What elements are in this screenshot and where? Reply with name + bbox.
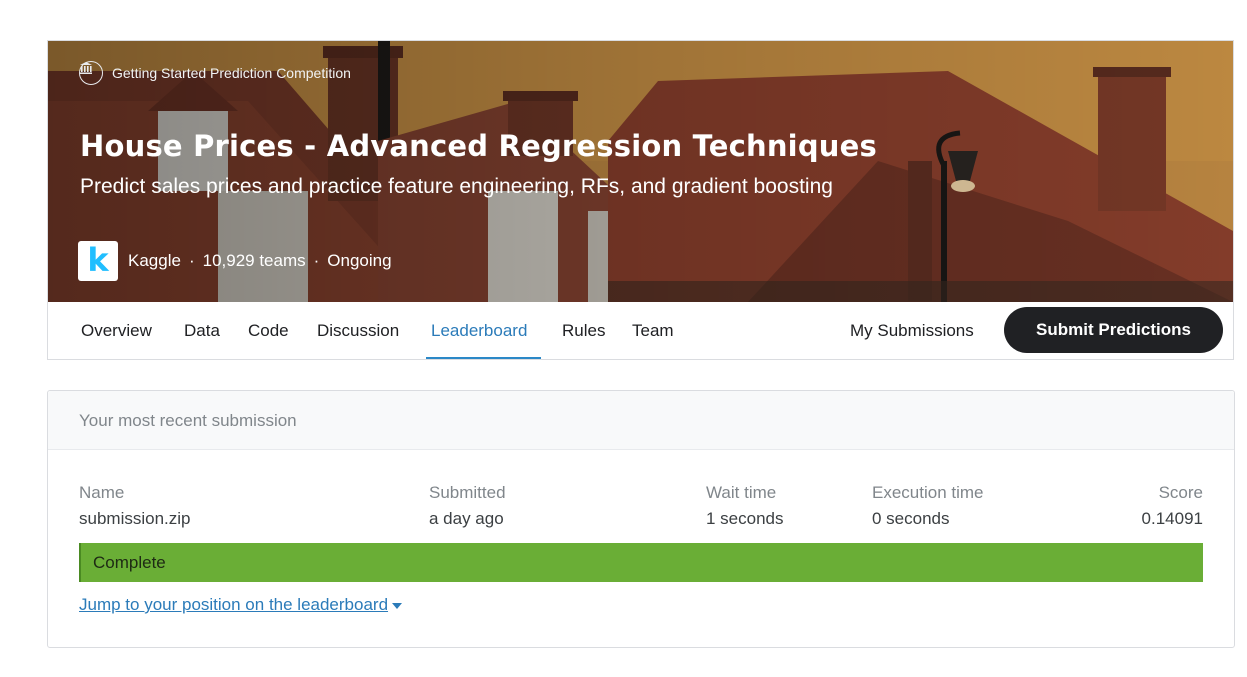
tab-discussion[interactable]: Discussion (317, 321, 399, 341)
competition-kind-label: Getting Started Prediction Competition (112, 65, 351, 81)
jump-to-leaderboard-link[interactable]: Jump to your position on the leaderboard (79, 595, 403, 615)
active-tab-indicator (426, 357, 541, 359)
tab-team[interactable]: Team (632, 321, 674, 341)
competition-title: House Prices - Advanced Regression Techn… (80, 129, 877, 163)
execution-time-label: Execution time (872, 483, 984, 502)
tab-data[interactable]: Data (184, 321, 220, 341)
submitted-label: Submitted (429, 483, 506, 502)
execution-time-value: 0 seconds (872, 509, 950, 528)
competition-status: Ongoing (327, 251, 392, 270)
recent-submission-header: Your most recent submission (48, 391, 1234, 450)
submitted-value: a day ago (429, 509, 504, 528)
my-submissions-link[interactable]: My Submissions (850, 321, 974, 341)
tab-overview[interactable]: Overview (81, 321, 152, 341)
host-name[interactable]: Kaggle (128, 251, 181, 271)
bank-icon (79, 61, 103, 85)
tab-code[interactable]: Code (248, 321, 289, 341)
submission-name-column: Name submission.zip (79, 483, 191, 529)
separator-dot: · (313, 251, 320, 270)
submit-predictions-button[interactable]: Submit Predictions (1004, 307, 1223, 353)
competition-header-card: Getting Started Prediction Competition H… (47, 40, 1234, 360)
caret-down-icon (392, 602, 403, 609)
name-value: submission.zip (79, 509, 191, 528)
kaggle-logo[interactable]: k (78, 241, 118, 281)
wait-time-value: 1 seconds (706, 509, 784, 528)
competition-host-info: k Kaggle · 10,929 teams · Ongoing (78, 241, 392, 281)
separator-dot: · (188, 251, 195, 270)
name-label: Name (79, 483, 125, 502)
execution-time-column: Execution time 0 seconds (872, 483, 984, 529)
submission-status-text: Complete (93, 553, 166, 572)
wait-time-label: Wait time (706, 483, 777, 502)
submission-status-bar: Complete (79, 543, 1203, 582)
competition-banner-image: Getting Started Prediction Competition H… (48, 41, 1233, 302)
recent-submission-title: Your most recent submission (79, 411, 297, 430)
jump-link-text: Jump to your position on the leaderboard (79, 595, 389, 614)
score-label: Score (1158, 483, 1203, 502)
competition-subtitle: Predict sales prices and practice featur… (80, 175, 833, 198)
competition-kind: Getting Started Prediction Competition (79, 61, 351, 85)
team-count[interactable]: 10,929 teams (203, 251, 306, 271)
recent-submission-card: Your most recent submission Name submiss… (47, 390, 1235, 648)
score-value: 0.14091 (1141, 509, 1203, 528)
tab-rules[interactable]: Rules (562, 321, 605, 341)
submitted-column: Submitted a day ago (429, 483, 506, 529)
competition-tabs: Overview Data Code Discussion Leaderboar… (48, 302, 1233, 359)
score-column: Score 0.14091 (1142, 483, 1203, 529)
kaggle-logo-letter: k (87, 241, 109, 279)
tab-leaderboard[interactable]: Leaderboard (431, 321, 527, 341)
wait-time-column: Wait time 1 seconds (706, 483, 784, 529)
